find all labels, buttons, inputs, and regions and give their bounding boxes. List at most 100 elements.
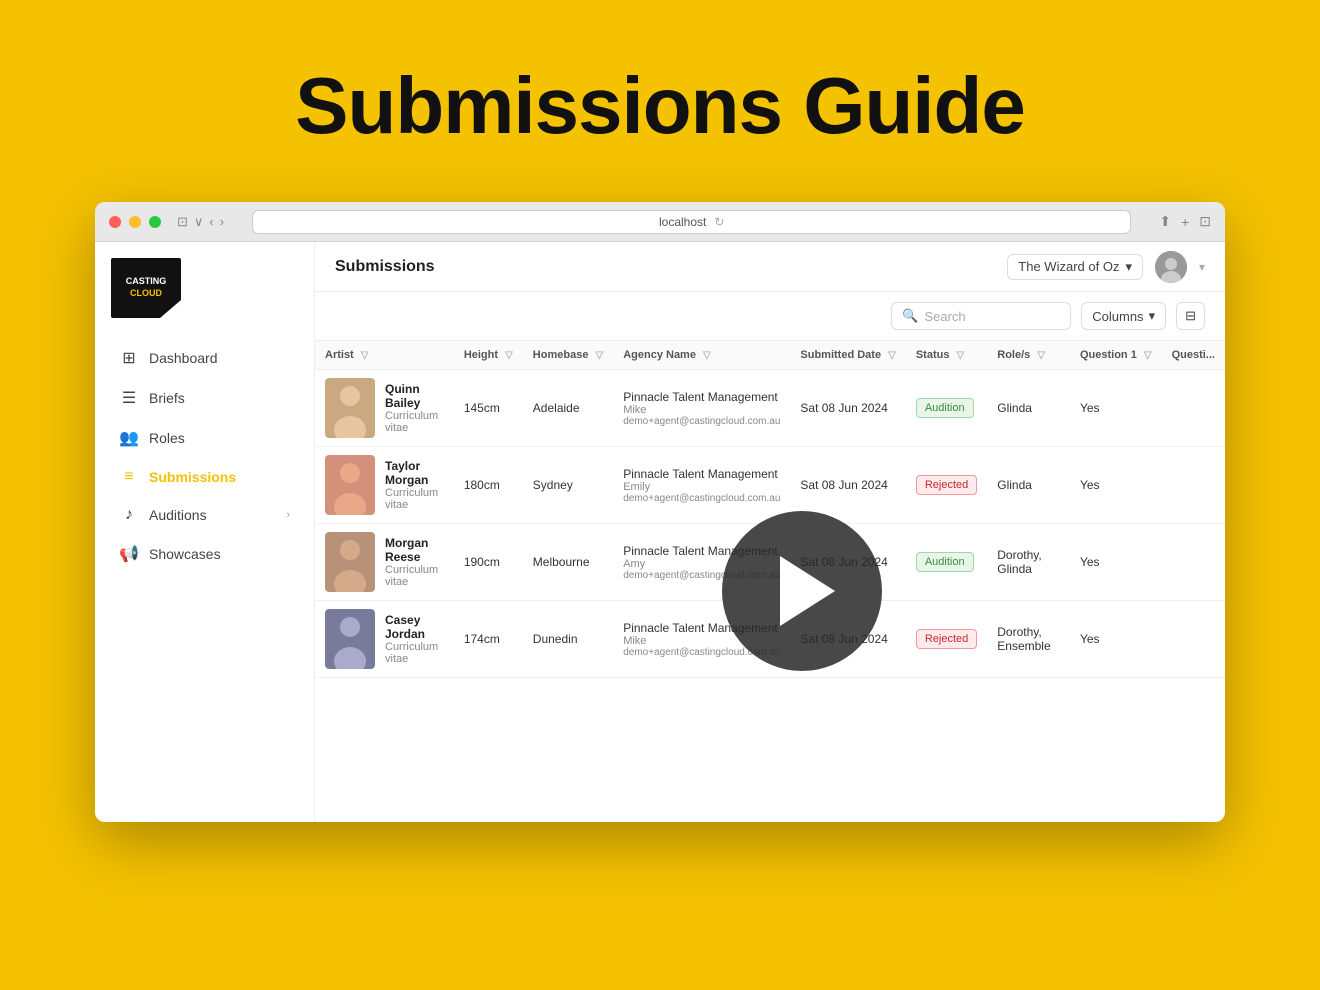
status-badge: Rejected bbox=[916, 475, 977, 495]
height-cell: 180cm bbox=[454, 447, 523, 524]
traffic-light-green[interactable] bbox=[149, 216, 161, 228]
table-row[interactable]: Quinn Bailey Curriculum vitae 145cm Adel… bbox=[315, 370, 1225, 447]
filter-status-icon[interactable]: ▽ bbox=[957, 350, 965, 361]
filter-height-icon[interactable]: ▽ bbox=[505, 350, 513, 361]
status-cell: Rejected bbox=[906, 447, 987, 524]
traffic-light-red[interactable] bbox=[109, 216, 121, 228]
sidebar-item-dashboard[interactable]: ⊞ Dashboard bbox=[103, 338, 306, 378]
logo-text: CASTINGCLOUD bbox=[126, 276, 167, 299]
avatar[interactable] bbox=[1155, 251, 1187, 283]
search-icon: 🔍 bbox=[902, 308, 918, 324]
page-hero-title: Submissions Guide bbox=[295, 60, 1025, 152]
artist-cell: Taylor Morgan Curriculum vitae bbox=[315, 447, 454, 524]
search-placeholder: Search bbox=[924, 309, 965, 324]
dashboard-icon: ⊞ bbox=[119, 348, 139, 368]
roles-cell: Glinda bbox=[987, 370, 1070, 447]
q1-cell: Yes bbox=[1070, 370, 1162, 447]
agency-cell: Pinnacle Talent Management Mike demo+age… bbox=[613, 370, 790, 447]
status-badge: Audition bbox=[916, 552, 974, 572]
sidebar-toggle-icon[interactable]: ⊡ bbox=[177, 214, 188, 230]
agency-cell: Pinnacle Talent Management Emily demo+ag… bbox=[613, 447, 790, 524]
filter-submitted-icon[interactable]: ▽ bbox=[888, 350, 896, 361]
traffic-light-yellow[interactable] bbox=[129, 216, 141, 228]
artist-cell: Casey Jordan Curriculum vitae bbox=[315, 601, 454, 678]
roles-icon: 👥 bbox=[119, 428, 139, 448]
url-text: localhost bbox=[659, 215, 706, 229]
artist-cv: Curriculum vitae bbox=[385, 564, 444, 588]
q2-cell bbox=[1162, 524, 1225, 601]
sidebar-item-roles[interactable]: 👥 Roles bbox=[103, 418, 306, 458]
project-name: The Wizard of Oz bbox=[1018, 259, 1119, 274]
page-title: Submissions bbox=[335, 258, 995, 276]
artist-name: Taylor Morgan bbox=[385, 459, 444, 487]
columns-label: Columns bbox=[1092, 309, 1143, 324]
col-status: Status ▽ bbox=[906, 341, 987, 370]
project-selector[interactable]: The Wizard of Oz ▾ bbox=[1007, 254, 1143, 280]
filter-roles-icon[interactable]: ▽ bbox=[1037, 350, 1045, 361]
q2-cell bbox=[1162, 601, 1225, 678]
col-agency: Agency Name ▽ bbox=[613, 341, 790, 370]
artist-photo bbox=[325, 378, 375, 438]
sidebar-item-label: Briefs bbox=[149, 390, 185, 406]
chevron-down-icon: ∨ bbox=[194, 214, 204, 230]
sidebar-item-briefs[interactable]: ☰ Briefs bbox=[103, 378, 306, 418]
q1-cell: Yes bbox=[1070, 524, 1162, 601]
col-q2: Questi... bbox=[1162, 341, 1225, 370]
roles-cell: Glinda bbox=[987, 447, 1070, 524]
sidebar-item-label: Dashboard bbox=[149, 350, 218, 366]
app-layout: CASTINGCLOUD ⊞ Dashboard ☰ Briefs 👥 Role… bbox=[95, 242, 1225, 822]
q1-cell: Yes bbox=[1070, 601, 1162, 678]
status-badge: Rejected bbox=[916, 629, 977, 649]
artist-cv: Curriculum vitae bbox=[385, 410, 444, 434]
play-icon bbox=[780, 556, 835, 626]
filter-button[interactable]: ⊟ bbox=[1176, 302, 1205, 330]
new-tab-icon[interactable]: + bbox=[1181, 214, 1189, 230]
col-submitted: Submitted Date ▽ bbox=[790, 341, 905, 370]
artist-name: Morgan Reese bbox=[385, 536, 444, 564]
sidebar-item-showcases[interactable]: 📢 Showcases bbox=[103, 534, 306, 574]
roles-cell: Dorothy, Ensemble bbox=[987, 601, 1070, 678]
homebase-cell: Dunedin bbox=[523, 601, 613, 678]
sidebar-item-submissions[interactable]: ≡ Submissions bbox=[103, 458, 306, 496]
table-row[interactable]: Taylor Morgan Curriculum vitae 180cm Syd… bbox=[315, 447, 1225, 524]
height-cell: 145cm bbox=[454, 370, 523, 447]
chevron-down-icon: ▾ bbox=[1149, 308, 1156, 324]
browser-window: ⊡ ∨ ‹ › localhost ↻ ⬆ + ⊡ CASTINGCLOUD bbox=[95, 202, 1225, 822]
url-bar[interactable]: localhost ↻ bbox=[252, 210, 1131, 234]
status-cell: Audition bbox=[906, 524, 987, 601]
search-box[interactable]: 🔍 Search bbox=[891, 302, 1071, 330]
toolbar: 🔍 Search Columns ▾ ⊟ bbox=[315, 292, 1225, 341]
play-button-overlay[interactable] bbox=[722, 511, 882, 671]
sidebar-item-label: Auditions bbox=[149, 507, 207, 523]
tabs-icon[interactable]: ⊡ bbox=[1199, 213, 1211, 230]
col-roles: Role/s ▽ bbox=[987, 341, 1070, 370]
submitted-date-cell: Sat 08 Jun 2024 bbox=[790, 370, 905, 447]
artist-name: Quinn Bailey bbox=[385, 382, 444, 410]
height-cell: 190cm bbox=[454, 524, 523, 601]
artist-photo bbox=[325, 455, 375, 515]
chevron-right-icon: › bbox=[286, 509, 290, 521]
height-cell: 174cm bbox=[454, 601, 523, 678]
forward-icon[interactable]: › bbox=[220, 214, 224, 229]
sidebar-item-auditions[interactable]: ♪ Auditions › bbox=[103, 496, 306, 534]
share-icon[interactable]: ⬆ bbox=[1159, 213, 1171, 230]
status-badge: Audition bbox=[916, 398, 974, 418]
showcases-icon: 📢 bbox=[119, 544, 139, 564]
artist-cell: Morgan Reese Curriculum vitae bbox=[315, 524, 454, 601]
filter-homebase-icon[interactable]: ▽ bbox=[596, 350, 604, 361]
back-icon[interactable]: ‹ bbox=[209, 214, 213, 229]
filter-icon: ⊟ bbox=[1185, 308, 1196, 323]
homebase-cell: Sydney bbox=[523, 447, 613, 524]
artist-cv: Curriculum vitae bbox=[385, 641, 444, 665]
filter-q1-icon[interactable]: ▽ bbox=[1144, 350, 1152, 361]
user-chevron-icon[interactable]: ▾ bbox=[1199, 260, 1205, 274]
filter-artist-icon[interactable]: ▽ bbox=[361, 350, 369, 361]
artist-photo bbox=[325, 609, 375, 669]
reload-icon[interactable]: ↻ bbox=[714, 215, 724, 229]
artist-photo bbox=[325, 532, 375, 592]
auditions-icon: ♪ bbox=[119, 506, 139, 524]
columns-button[interactable]: Columns ▾ bbox=[1081, 302, 1166, 330]
q2-cell bbox=[1162, 370, 1225, 447]
filter-agency-icon[interactable]: ▽ bbox=[703, 350, 711, 361]
col-homebase: Homebase ▽ bbox=[523, 341, 613, 370]
